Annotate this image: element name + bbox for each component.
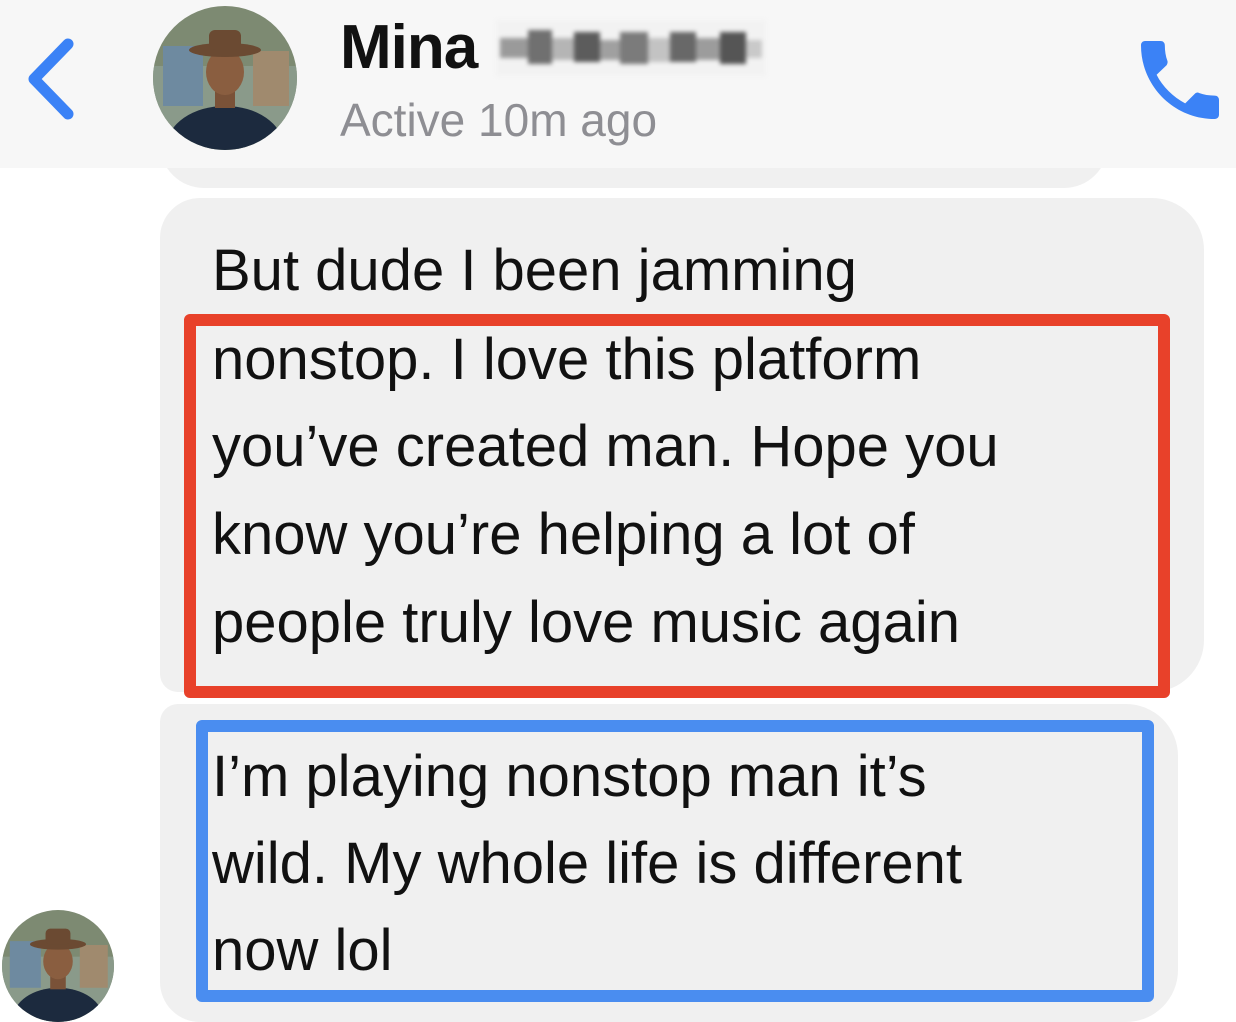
name-redaction-blur xyxy=(496,20,766,76)
sender-avatar[interactable] xyxy=(2,910,114,1022)
contact-name: Mina xyxy=(340,13,478,82)
blue-highlight-box xyxy=(196,720,1154,1002)
avatar-photo xyxy=(2,910,114,1022)
avatar[interactable] xyxy=(153,6,297,150)
message-text-line: But dude I been jamming xyxy=(212,238,857,303)
phone-icon xyxy=(1141,41,1219,119)
red-highlight-box xyxy=(184,314,1170,698)
active-status: Active 10m ago xyxy=(340,94,658,146)
call-button[interactable] xyxy=(1128,28,1232,132)
chat-header: Mina Active 10m ago xyxy=(0,0,1236,168)
avatar-photo xyxy=(153,6,297,150)
chat-screen: Mina Active 10m ago But dude I been jamm… xyxy=(0,0,1236,1022)
back-button[interactable] xyxy=(22,34,82,124)
chevron-left-icon xyxy=(28,38,74,120)
